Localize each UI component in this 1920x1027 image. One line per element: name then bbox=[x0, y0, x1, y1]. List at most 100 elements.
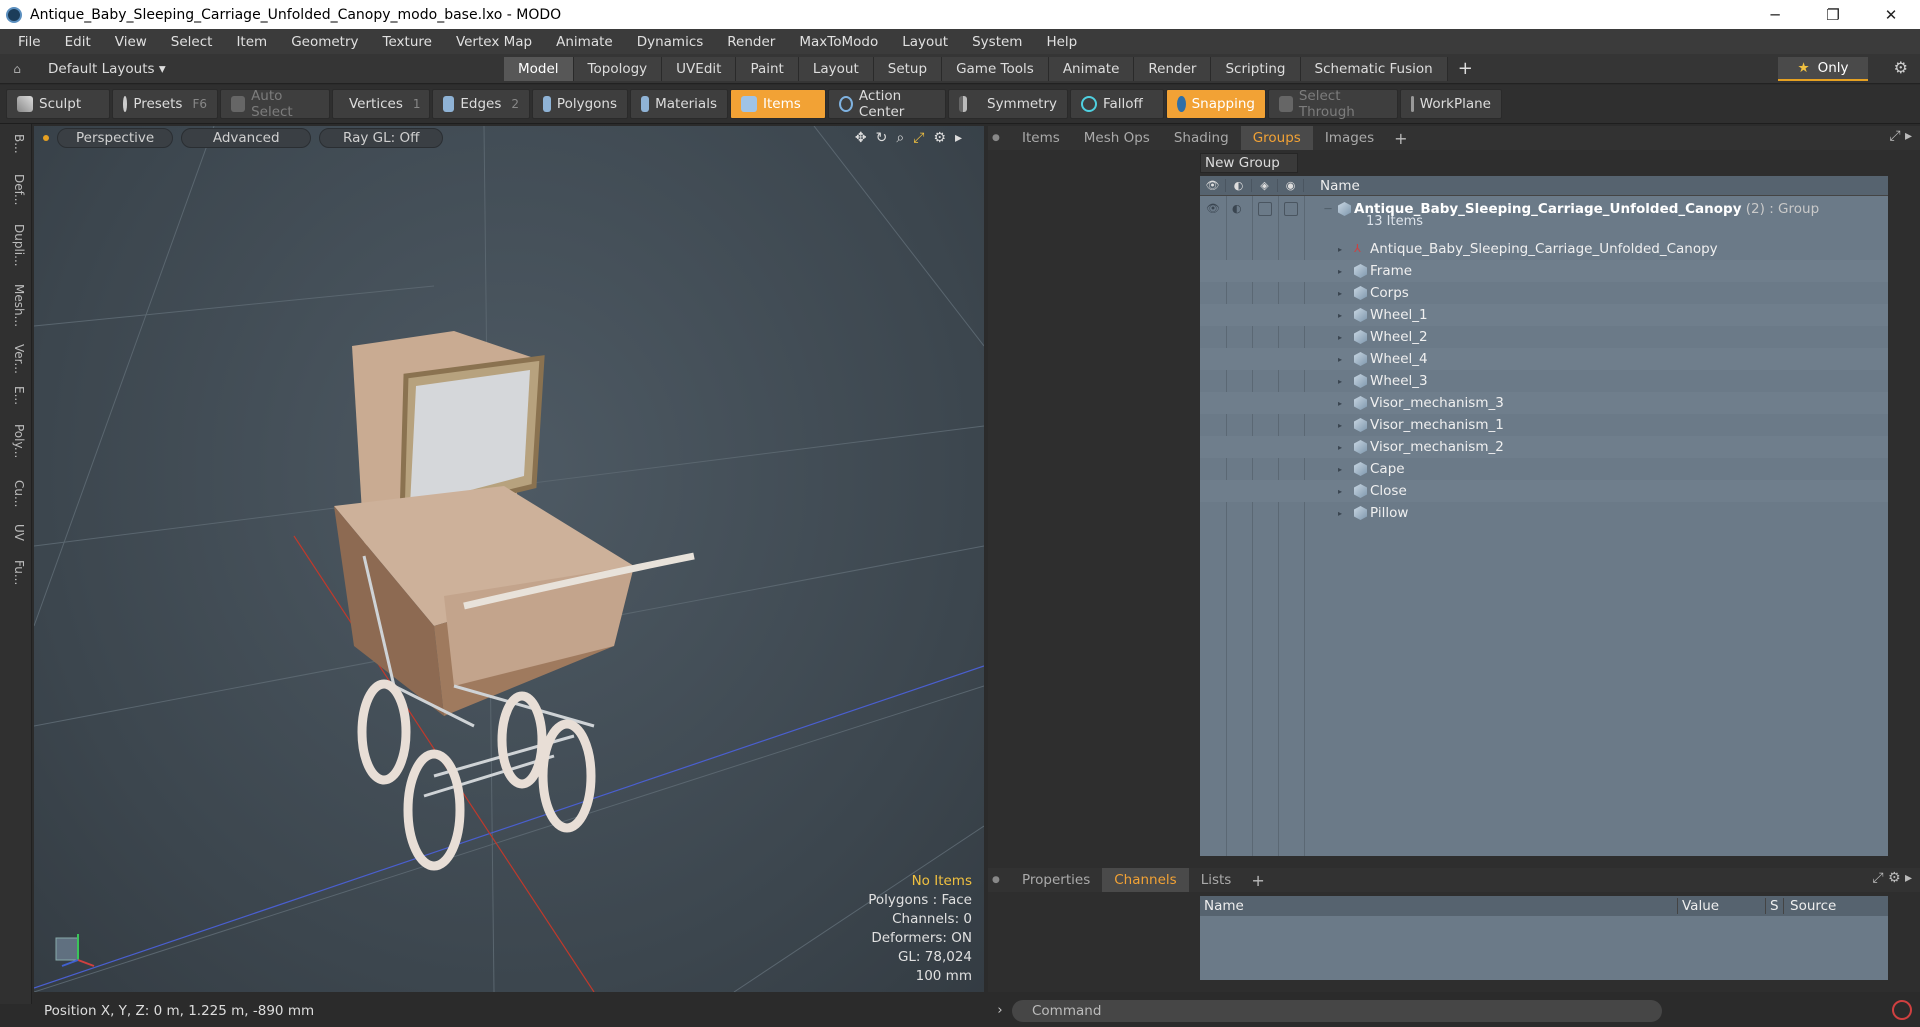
viewport-gear-icon[interactable]: ⚙ bbox=[933, 130, 946, 146]
3d-viewport[interactable]: Perspective Advanced Ray GL: Off ✥ ↻ ⌕ ⤢… bbox=[34, 126, 984, 992]
list-item[interactable]: ▸ Wheel_1 bbox=[1200, 304, 1888, 326]
list-item[interactable]: ▸ Wheel_3 bbox=[1200, 370, 1888, 392]
rotate-icon[interactable]: ↻ bbox=[876, 130, 888, 146]
eye-icon[interactable]: 👁 bbox=[1206, 202, 1220, 216]
menu-edit[interactable]: Edit bbox=[53, 34, 103, 50]
tab-images[interactable]: Images bbox=[1313, 126, 1386, 150]
list-item[interactable]: ▸ Visor_mechanism_3 bbox=[1200, 392, 1888, 414]
tab-uvedit[interactable]: UVEdit bbox=[662, 56, 737, 81]
menu-geometry[interactable]: Geometry bbox=[279, 34, 370, 50]
minimize-button[interactable]: ─ bbox=[1746, 0, 1804, 29]
falloff-button[interactable]: Falloff bbox=[1070, 89, 1164, 119]
left-tab-dupli[interactable]: Dupli... bbox=[6, 224, 26, 267]
tab-model[interactable]: Model bbox=[504, 56, 574, 81]
left-tab-e[interactable]: E... bbox=[6, 386, 26, 405]
left-tab-fu[interactable]: Fu... bbox=[6, 560, 26, 585]
list-item[interactable]: ▸ Close bbox=[1200, 480, 1888, 502]
left-tab-uv[interactable]: UV bbox=[6, 524, 26, 541]
lock-toggle[interactable] bbox=[1258, 202, 1272, 216]
sculpt-button[interactable]: Sculpt bbox=[6, 89, 110, 119]
presets-button[interactable]: Presets F6 bbox=[112, 89, 218, 119]
record-icon[interactable] bbox=[1892, 1000, 1912, 1020]
select-through-button[interactable]: Select Through bbox=[1268, 88, 1398, 120]
default-layouts-dropdown[interactable]: Default Layouts ▾ bbox=[34, 61, 504, 77]
panel-menu-dot[interactable]: ● bbox=[992, 133, 1000, 143]
add-panel-tab-button[interactable]: + bbox=[1243, 871, 1272, 890]
tab-scripting[interactable]: Scripting bbox=[1211, 56, 1301, 81]
restore-button[interactable]: ❐ bbox=[1804, 0, 1862, 29]
list-item[interactable]: ▸ Cape bbox=[1200, 458, 1888, 480]
menu-file[interactable]: File bbox=[6, 34, 53, 50]
tab-groups[interactable]: Groups bbox=[1240, 126, 1313, 150]
panel-menu-dot[interactable]: ● bbox=[992, 875, 1000, 885]
menu-dynamics[interactable]: Dynamics bbox=[625, 34, 716, 50]
action-center-button[interactable]: Action Center bbox=[828, 88, 946, 120]
menu-maxtomodo[interactable]: MaxToModo bbox=[787, 34, 890, 50]
snapping-button[interactable]: Snapping bbox=[1166, 89, 1266, 119]
tab-lists[interactable]: Lists bbox=[1189, 868, 1244, 892]
fit-icon[interactable]: ⤢ bbox=[913, 130, 924, 146]
viewport-expand-icon[interactable]: ▸ bbox=[955, 130, 962, 146]
only-toggle[interactable]: ★ Only bbox=[1778, 57, 1868, 81]
menu-select[interactable]: Select bbox=[159, 34, 225, 50]
tab-game-tools[interactable]: Game Tools bbox=[942, 56, 1049, 81]
symmetry-button[interactable]: Symmetry bbox=[948, 89, 1068, 119]
group-row[interactable]: 👁 ◐ — Antique_Baby_Sleeping_Carriage_Unf… bbox=[1200, 198, 1888, 238]
advanced-dropdown[interactable]: Advanced bbox=[181, 128, 312, 148]
list-item[interactable]: ▸ Pillow bbox=[1200, 502, 1888, 524]
menu-animate[interactable]: Animate bbox=[544, 34, 625, 50]
auto-select-button[interactable]: Auto Select bbox=[220, 88, 330, 120]
tab-mesh-ops[interactable]: Mesh Ops bbox=[1072, 126, 1162, 150]
menu-vertex-map[interactable]: Vertex Map bbox=[444, 34, 544, 50]
left-tab-mesh[interactable]: Mesh... bbox=[6, 284, 26, 327]
panel-expand-icon[interactable]: ⤢ ▸ bbox=[1889, 128, 1912, 144]
workplane-button[interactable]: WorkPlane bbox=[1400, 89, 1502, 119]
edges-button[interactable]: Edges 2 bbox=[432, 89, 530, 119]
new-group-button[interactable]: New Group bbox=[1200, 153, 1298, 173]
tab-paint[interactable]: Paint bbox=[736, 56, 799, 81]
pan-icon[interactable]: ✥ bbox=[855, 130, 867, 146]
left-tab-cu[interactable]: Cu... bbox=[6, 480, 26, 507]
tab-animate[interactable]: Animate bbox=[1048, 56, 1135, 81]
raygl-toggle[interactable]: Ray GL: Off bbox=[319, 128, 444, 148]
select-toggle[interactable] bbox=[1284, 202, 1298, 216]
visibility-header-icon[interactable]: 👁 bbox=[1200, 179, 1226, 192]
tab-shading[interactable]: Shading bbox=[1162, 126, 1241, 150]
list-item[interactable]: ▸ ⅄ Antique_Baby_Sleeping_Carriage_Unfolde… bbox=[1200, 238, 1888, 260]
tab-topology[interactable]: Topology bbox=[573, 56, 663, 81]
menu-render[interactable]: Render bbox=[715, 34, 787, 50]
select-header-icon[interactable]: ◉ bbox=[1278, 179, 1304, 192]
tab-schematic-fusion[interactable]: Schematic Fusion bbox=[1300, 56, 1448, 81]
panel-expand-icon[interactable]: ⤢ ⚙ ▸ bbox=[1872, 870, 1912, 886]
menu-help[interactable]: Help bbox=[1034, 34, 1089, 50]
lock-header-icon[interactable]: ◈ bbox=[1252, 179, 1278, 192]
items-button[interactable]: Items bbox=[730, 89, 826, 119]
left-tab-b[interactable]: B... bbox=[6, 134, 26, 154]
tab-setup[interactable]: Setup bbox=[873, 56, 943, 81]
add-layout-tab-button[interactable]: + bbox=[1448, 58, 1483, 79]
menu-view[interactable]: View bbox=[103, 34, 159, 50]
tab-items[interactable]: Items bbox=[1010, 126, 1072, 150]
tab-render[interactable]: Render bbox=[1134, 56, 1212, 81]
list-item[interactable]: ▸ Visor_mechanism_1 bbox=[1200, 414, 1888, 436]
list-item[interactable]: ▸ Frame bbox=[1200, 260, 1888, 282]
polygons-button[interactable]: Polygons bbox=[532, 89, 628, 119]
home-icon[interactable]: ⌂ bbox=[0, 62, 34, 76]
tab-layout[interactable]: Layout bbox=[798, 56, 874, 81]
left-tab-def[interactable]: Def... bbox=[6, 174, 26, 205]
perspective-dropdown[interactable]: Perspective bbox=[57, 128, 174, 148]
render-header-icon[interactable]: ◐ bbox=[1226, 179, 1252, 192]
close-button[interactable]: ✕ bbox=[1862, 0, 1920, 29]
list-item[interactable]: ▸ Wheel_2 bbox=[1200, 326, 1888, 348]
left-tab-ver[interactable]: Ver... bbox=[6, 344, 26, 374]
menu-system[interactable]: System bbox=[960, 34, 1034, 50]
gear-icon[interactable]: ⚙ bbox=[1894, 58, 1908, 77]
add-panel-tab-button[interactable]: + bbox=[1386, 129, 1415, 148]
menu-layout[interactable]: Layout bbox=[890, 34, 960, 50]
left-tab-poly[interactable]: Poly... bbox=[6, 424, 26, 458]
list-item[interactable]: ▸ Wheel_4 bbox=[1200, 348, 1888, 370]
list-item[interactable]: ▸ Corps bbox=[1200, 282, 1888, 304]
collapse-arrow-icon[interactable]: — bbox=[1324, 204, 1332, 213]
menu-item[interactable]: Item bbox=[224, 34, 279, 50]
vertices-button[interactable]: Vertices 1 bbox=[332, 89, 430, 119]
